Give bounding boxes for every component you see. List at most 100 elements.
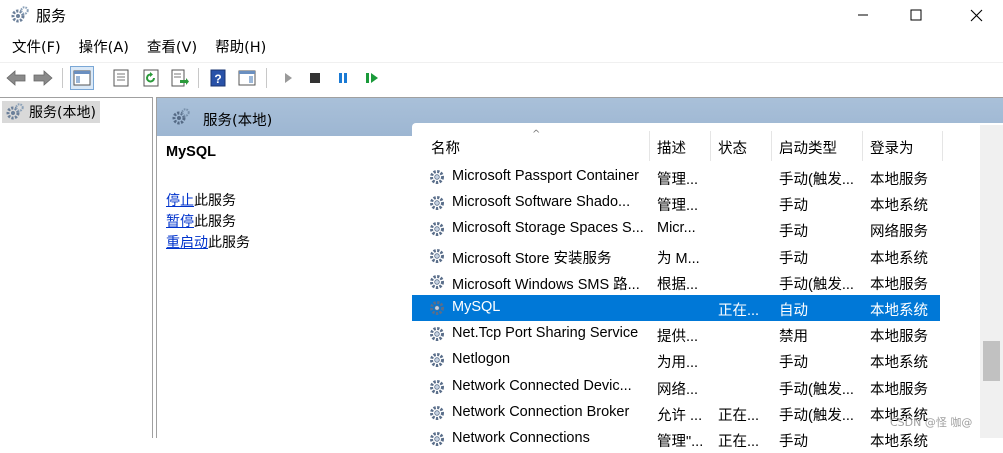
service-gear-icon (428, 193, 448, 213)
column-state[interactable]: 状态 (711, 131, 772, 161)
cell-state: 正在... (718, 303, 760, 319)
back-button[interactable] (4, 66, 28, 90)
cell-logon: 本地系统 (870, 434, 928, 450)
service-gear-icon (428, 246, 448, 266)
tree-item-services-local[interactable]: 服务(本地) (2, 101, 100, 123)
column-logon[interactable]: 登录为 (863, 131, 943, 161)
pause-service-button[interactable] (331, 66, 355, 90)
action-pause: 暂停此服务 (166, 211, 236, 231)
menu-action[interactable]: 操作(A) (73, 34, 135, 58)
maximize-button[interactable] (893, 0, 939, 30)
restart-service-button[interactable] (360, 66, 384, 90)
help-button[interactable]: ? (206, 66, 230, 90)
cell-logon: 本地服务 (870, 276, 928, 293)
service-row[interactable]: MySQL 正在... 自动 本地系统 (412, 295, 940, 321)
service-row[interactable]: Network Connections 管理"... 正在... 手动 本地系统 (412, 426, 940, 452)
cell-desc: 根据... (657, 276, 699, 293)
start-service-button[interactable] (276, 66, 300, 90)
cell-start: 手动 (779, 250, 808, 267)
cell-start: 手动 (779, 198, 808, 215)
cell-start: 禁用 (779, 329, 808, 346)
cell-name: Microsoft Windows SMS 路... (452, 276, 640, 293)
service-row[interactable]: Microsoft Passport Container 管理... 手动(触发..… (412, 164, 940, 190)
title-bar[interactable]: 服务 (0, 0, 1003, 30)
minimize-icon (858, 14, 868, 16)
action-pane-icon (238, 70, 256, 86)
cell-logon: 本地系统 (870, 250, 928, 267)
column-desc[interactable]: 描述 (650, 131, 711, 161)
cell-logon: 本地系统 (870, 355, 928, 372)
service-gear-icon (428, 377, 448, 397)
vertical-scrollbar[interactable] (980, 125, 1003, 438)
service-gear-icon (428, 429, 448, 449)
refresh-button[interactable] (139, 66, 163, 90)
menu-help[interactable]: 帮助(H) (209, 34, 272, 58)
menu-file[interactable]: 文件(F) (6, 34, 67, 58)
cell-logon: 本地服务 (870, 381, 928, 398)
cell-logon: 本地系统 (870, 303, 928, 319)
cell-desc: 管理... (657, 198, 699, 215)
tree-item-label: 服务(本地) (29, 105, 96, 121)
cell-desc: 为用... (657, 355, 699, 372)
service-row[interactable]: Microsoft Store 安装服务 为 M... 手动 本地系统 (412, 243, 940, 269)
column-header: 名称 ^ 描述 状态 启动类型 登录为 (412, 129, 982, 161)
scrollbar-thumb[interactable] (983, 341, 1000, 381)
gear-icon (11, 6, 29, 23)
service-row[interactable]: Microsoft Windows SMS 路... 根据... 手动(触发... 本… (412, 269, 940, 295)
show-console-tree-button[interactable] (70, 66, 94, 90)
cell-name: Network Connected Devic... (452, 377, 632, 394)
action-stop: 停止此服务 (166, 190, 236, 210)
service-gear-icon (428, 350, 448, 370)
maximize-icon (910, 9, 922, 21)
cell-start: 手动(触发... (779, 381, 854, 398)
services-list: 名称 ^ 描述 状态 启动类型 登录为 Microsoft Passport C… (412, 123, 1003, 450)
restart-link[interactable]: 重启动 (166, 235, 208, 251)
column-name[interactable]: 名称 ^ (412, 129, 650, 161)
cell-name: Microsoft Storage Spaces S... (452, 220, 644, 237)
cell-desc: 管理... (657, 172, 699, 188)
column-start-type[interactable]: 启动类型 (772, 131, 863, 161)
console-tree: 服务(本地) (0, 97, 153, 438)
close-button[interactable] (953, 0, 999, 30)
cell-logon: 本地服务 (870, 329, 928, 346)
forward-button[interactable] (31, 66, 55, 90)
svg-text:?: ? (214, 72, 221, 86)
play-icon (285, 73, 292, 83)
show-action-pane-button[interactable] (235, 66, 259, 90)
properties-button[interactable] (109, 66, 133, 90)
refresh-icon (143, 69, 159, 87)
service-row[interactable]: Network Connected Devic... 网络... 手动(触发... 本… (412, 374, 940, 400)
action-restart: 重启动此服务 (166, 232, 250, 252)
cell-name: Microsoft Passport Container (452, 168, 639, 184)
service-row[interactable]: Netlogon 为用... 手动 本地系统 (412, 347, 940, 373)
pause-link[interactable]: 暂停 (166, 214, 194, 230)
cell-start: 手动(触发... (779, 276, 854, 293)
cell-name: Network Connection Broker (452, 403, 630, 420)
pane-title: 服务(本地) (203, 113, 273, 129)
column-logon-label: 登录为 (870, 141, 914, 157)
service-row[interactable]: Net.Tcp Port Sharing Service 提供... 禁用 本地服务 (412, 321, 940, 347)
cell-desc: Micr... (657, 220, 696, 237)
action-text: 此服务 (208, 235, 250, 251)
cell-start: 手动(触发... (779, 407, 854, 424)
export-list-button[interactable] (168, 66, 192, 90)
service-row[interactable]: Microsoft Storage Spaces S... Micr... 手动 网络… (412, 216, 940, 242)
cell-name: MySQL (452, 299, 501, 315)
cell-start: 手动 (779, 434, 808, 450)
service-gear-icon (428, 403, 448, 423)
stop-link[interactable]: 停止 (166, 193, 194, 209)
menu-view[interactable]: 查看(V) (141, 34, 203, 58)
menu-bar: 文件(F) 操作(A) 查看(V) 帮助(H) (0, 34, 272, 58)
cell-start: 自动 (779, 303, 808, 319)
sort-ascending-icon: ^ (532, 129, 541, 140)
stop-service-button[interactable] (303, 66, 327, 90)
properties-icon (113, 69, 129, 87)
service-row[interactable]: Microsoft Software Shado... 管理... 手动 本地系统 (412, 190, 940, 216)
back-arrow-icon (6, 70, 26, 86)
service-row[interactable]: Network Connection Broker 允许 ... 正在... 手动(触… (412, 400, 940, 426)
watermark: CSDN @怪 咖@ (890, 416, 973, 429)
window-title: 服务 (36, 7, 67, 25)
export-list-icon (171, 69, 189, 87)
minimize-button[interactable] (840, 0, 886, 30)
cell-start: 手动 (779, 224, 808, 241)
